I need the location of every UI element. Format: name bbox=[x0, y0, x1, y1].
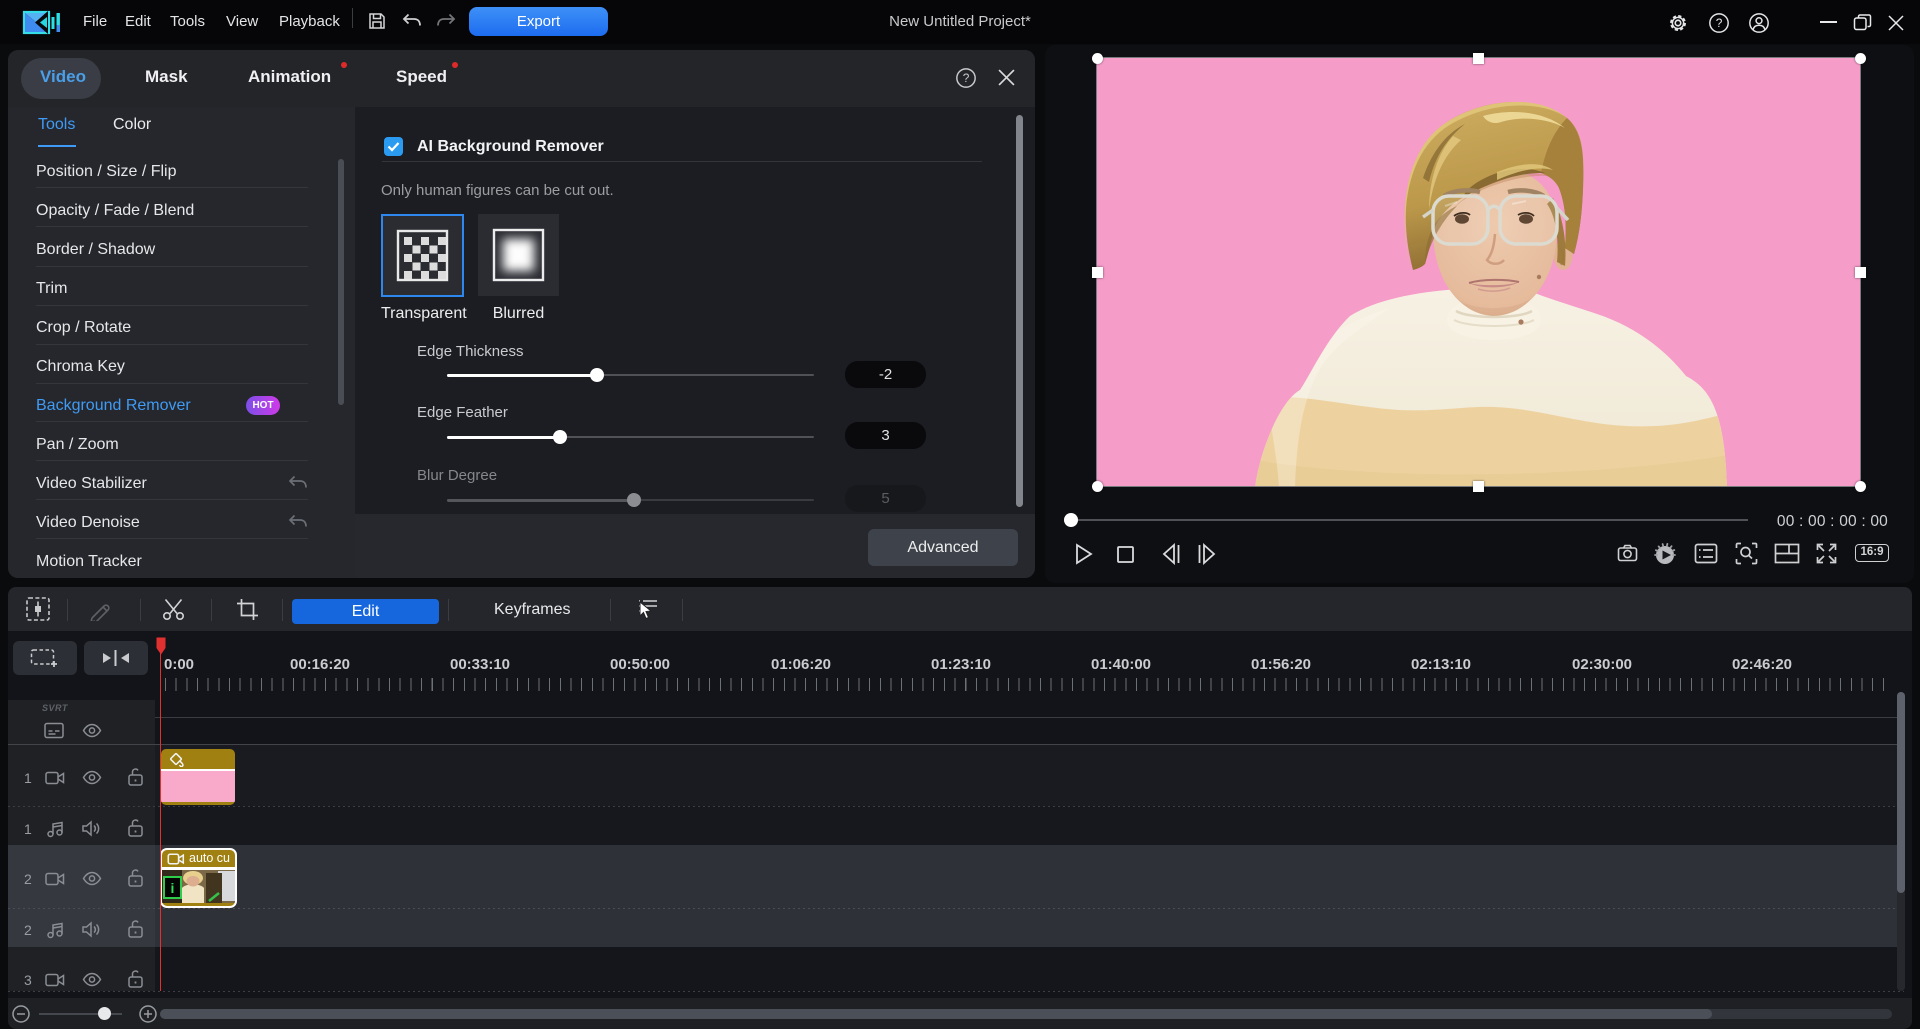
svg-text:?: ? bbox=[1716, 16, 1723, 30]
svg-text:?: ? bbox=[963, 71, 970, 85]
